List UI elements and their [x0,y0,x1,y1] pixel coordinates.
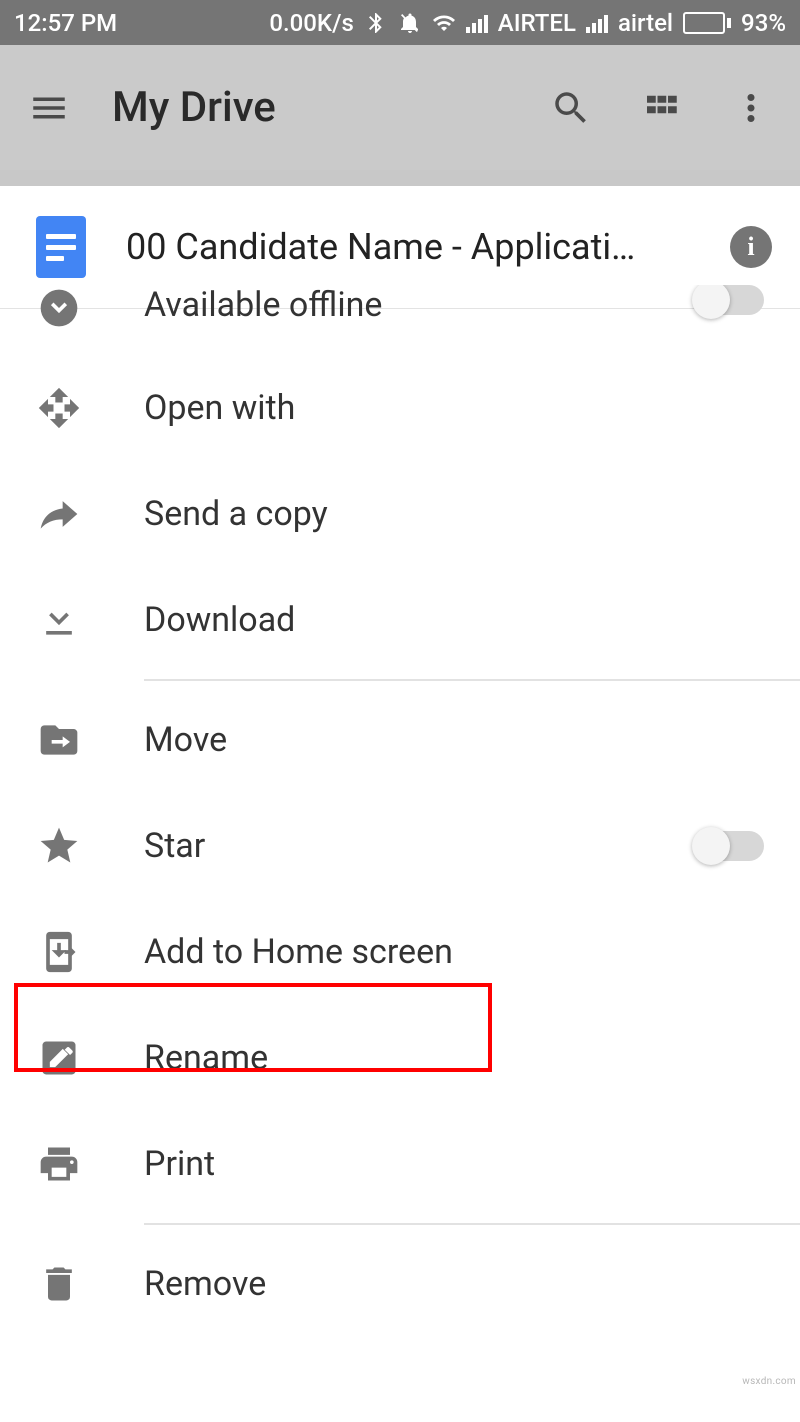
offline-toggle[interactable] [694,285,764,315]
menu-star[interactable]: Star [0,793,800,899]
menu-print[interactable]: Print [0,1111,800,1217]
menu-send-copy[interactable]: Send a copy [0,461,800,567]
menu-label: Available offline [144,285,382,325]
menu-rename[interactable]: Rename [0,1005,800,1111]
page-title: My Drive [112,83,276,132]
menu-add-home[interactable]: Add to Home screen [0,899,800,1005]
menu-label: Move [144,720,227,760]
status-right-cluster: 0.00K/s AIRTEL airtel 93% [269,9,786,37]
info-button[interactable]: i [730,226,772,268]
wifi-icon [432,11,456,35]
trash-icon [36,1261,82,1307]
signal-1-icon [466,13,488,33]
overflow-button[interactable] [724,81,778,135]
star-toggle[interactable] [694,831,764,861]
divider [144,679,800,681]
menu-button[interactable] [22,81,76,135]
menu-label: Print [144,1144,215,1184]
dnd-icon [398,11,422,35]
carrier-1: AIRTEL [498,9,576,37]
send-icon [36,491,82,537]
app-bar: My Drive [0,45,800,170]
add-home-icon [36,929,82,975]
rename-icon [36,1035,82,1081]
download-icon [36,597,82,643]
menu-label: Open with [144,388,295,428]
search-icon [550,87,592,129]
more-vert-icon [730,87,772,129]
menu-label: Download [144,600,295,640]
carrier-2: airtel [618,9,673,37]
file-title: 00 Candidate Name - Applicati… [126,226,690,268]
menu-remove[interactable]: Remove [0,1231,800,1337]
menu-open-with[interactable]: Open with [0,355,800,461]
star-icon [36,823,82,869]
offline-icon [36,285,82,331]
menu-move[interactable]: Move [0,687,800,793]
hamburger-icon [28,87,70,129]
docs-file-icon [36,216,86,278]
bottom-sheet: 00 Candidate Name - Applicati… i Availab… [0,186,800,1337]
menu-label: Rename [144,1038,268,1078]
open-with-icon [36,385,82,431]
signal-2-icon [586,13,608,33]
menu-list: Available offline Open with Send a copy … [0,285,800,1337]
battery-icon [683,12,731,34]
search-button[interactable] [544,81,598,135]
battery-pct: 93% [741,9,786,37]
grid-icon [640,87,682,129]
print-icon [36,1141,82,1187]
grid-view-button[interactable] [634,81,688,135]
menu-label: Send a copy [144,494,328,534]
bluetooth-icon [364,11,388,35]
menu-label: Remove [144,1264,266,1304]
menu-label: Star [144,826,205,866]
divider [144,1223,800,1225]
status-time: 12:57 PM [14,9,117,37]
status-bar: 12:57 PM 0.00K/s AIRTEL airtel 93% [0,0,800,45]
watermark: wsxdn.com [742,1376,796,1387]
menu-label: Add to Home screen [144,932,453,972]
menu-available-offline[interactable]: Available offline [0,285,800,355]
data-rate: 0.00K/s [269,9,353,37]
move-icon [36,717,82,763]
menu-download[interactable]: Download [0,567,800,673]
